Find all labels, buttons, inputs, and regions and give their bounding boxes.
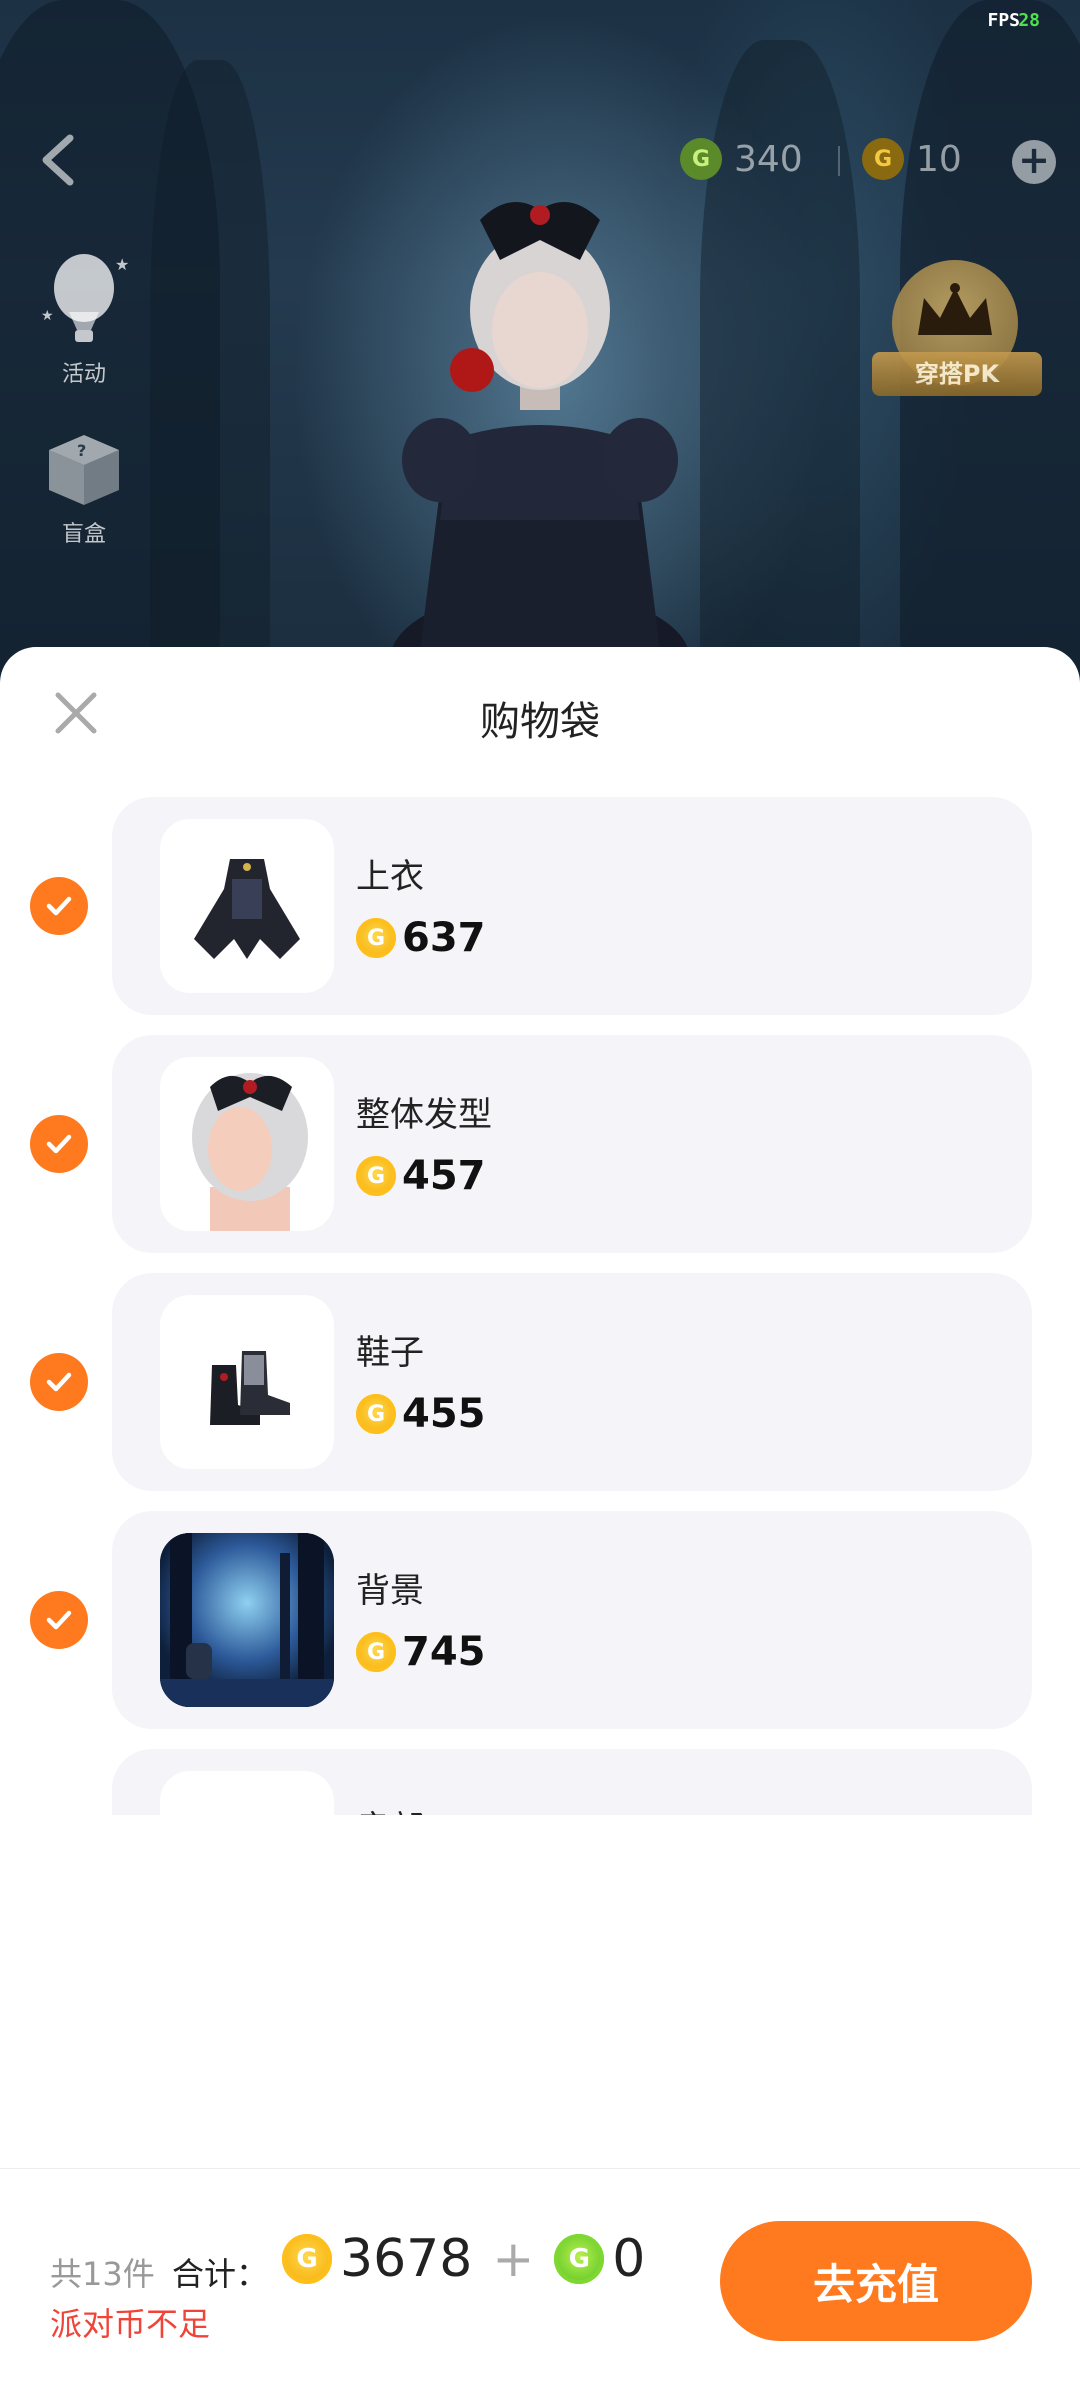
item-name: 背景: [356, 1571, 424, 1611]
item-card[interactable]: 肩部 G 346: [112, 1749, 1032, 1815]
insufficient-balance-warning: 派对币不足: [50, 2305, 211, 2343]
total-amount: G 3678 + G 0: [282, 2229, 645, 2289]
green-coin-icon: G: [680, 138, 722, 180]
hairstyle-thumbnail: [160, 1057, 334, 1231]
gold-coin-icon: G: [356, 918, 396, 958]
item-name: 鞋子: [356, 1333, 424, 1373]
item-name: 肩部: [356, 1801, 424, 1815]
item-checkbox[interactable]: [30, 877, 88, 935]
cart-item[interactable]: 肩部 G 346: [0, 1749, 1080, 1815]
item-checkbox[interactable]: [30, 1115, 88, 1173]
crown-icon: [918, 283, 992, 335]
green-coin-balance: G 340: [680, 138, 803, 180]
plus-sign: +: [492, 2230, 535, 2288]
back-button[interactable]: [34, 130, 84, 190]
dressup-scene: FPS 28 G 340 G 10 + ★ ★ 活动 ? 盲盒 穿搭PK: [0, 0, 1080, 710]
blindbox-button[interactable]: ? 盲盒: [34, 420, 134, 548]
total-green-value: 0: [612, 2229, 646, 2289]
checkmark-icon: [46, 1134, 72, 1154]
hot-air-balloon-icon: ★ ★: [41, 254, 129, 342]
item-price-value: 457: [402, 1153, 486, 1199]
item-card[interactable]: 鞋子 G 455: [112, 1273, 1032, 1491]
avatar-character: [390, 202, 690, 710]
gold-coin-balance: G 10: [862, 138, 962, 180]
blind-box-icon: ?: [49, 435, 119, 505]
cart-item[interactable]: 上衣 G 637: [0, 797, 1080, 1015]
app-root: FPS 28 G 340 G 10 + ★ ★ 活动 ? 盲盒 穿搭PK 购物袋…: [0, 0, 1080, 2400]
gold-coin-amount: 10: [916, 138, 962, 180]
activity-label: 活动: [61, 362, 106, 387]
recharge-button[interactable]: 去充值: [720, 2221, 1032, 2341]
checkout-footer: 共13件 合计： G 3678 + G 0 派对币不足 去充值: [0, 2168, 1080, 2400]
total-label: 合计：: [172, 2255, 269, 2293]
green-coin-amount: 340: [734, 138, 803, 180]
item-price: G 457: [356, 1153, 486, 1199]
item-card[interactable]: 整体发型 G 457: [112, 1035, 1032, 1253]
item-card[interactable]: 上衣 G 637: [112, 797, 1032, 1015]
dress-thumbnail: [160, 819, 334, 993]
shopping-bag-sheet: 购物袋 上衣 G 637 整体发型 G 457 鞋子 G 455 背景 G 74…: [0, 647, 1080, 2400]
item-card[interactable]: 背景 G 745: [112, 1511, 1032, 1729]
item-checkbox[interactable]: [30, 1591, 88, 1649]
outfit-pk-label: 穿搭PK: [872, 352, 1042, 396]
item-price-value: 745: [402, 1629, 486, 1675]
outfit-pk-button[interactable]: 穿搭PK: [872, 260, 1042, 410]
activity-button[interactable]: ★ ★ 活动: [34, 250, 134, 388]
forest-background-thumbnail: [160, 1533, 334, 1707]
svg-text:?: ?: [77, 441, 86, 460]
currency-divider: [838, 146, 840, 176]
blindbox-label: 盲盒: [61, 522, 106, 547]
gold-coin-icon: G: [862, 138, 904, 180]
item-price: G 455: [356, 1391, 486, 1437]
gold-coin-icon: G: [282, 2234, 332, 2284]
cart-item-list[interactable]: 上衣 G 637 整体发型 G 457 鞋子 G 455 背景 G 745: [0, 797, 1080, 1815]
green-coin-icon: G: [554, 2234, 605, 2284]
item-price-value: 455: [402, 1391, 486, 1437]
cart-item[interactable]: 整体发型 G 457: [0, 1035, 1080, 1253]
checkmark-icon: [46, 1372, 72, 1392]
cart-item[interactable]: 鞋子 G 455: [0, 1273, 1080, 1491]
item-price: G 745: [356, 1629, 486, 1675]
cart-item[interactable]: 背景 G 745: [0, 1511, 1080, 1729]
item-price-value: 637: [402, 915, 486, 961]
item-price: G 637: [356, 915, 486, 961]
total-gold-value: 3678: [340, 2229, 473, 2289]
shoes-thumbnail: [160, 1295, 334, 1469]
item-name: 上衣: [356, 857, 424, 897]
item-name: 整体发型: [356, 1095, 492, 1135]
item-count: 共13件: [50, 2255, 155, 2293]
checkmark-icon: [46, 896, 72, 916]
item-checkbox[interactable]: [30, 1353, 88, 1411]
svg-text:★: ★: [41, 308, 54, 324]
gold-coin-icon: G: [356, 1632, 396, 1672]
svg-text:★: ★: [115, 255, 129, 274]
apple-thumbnail: [160, 1771, 334, 1815]
fps-label: FPS: [987, 10, 1020, 31]
sheet-title: 购物袋: [480, 699, 600, 745]
add-currency-button[interactable]: +: [1012, 140, 1056, 184]
fps-value: 28: [1018, 10, 1040, 31]
checkmark-icon: [46, 1610, 72, 1630]
chevron-left-icon: [42, 134, 74, 186]
gold-coin-icon: G: [356, 1156, 396, 1196]
gold-coin-icon: G: [356, 1394, 396, 1434]
